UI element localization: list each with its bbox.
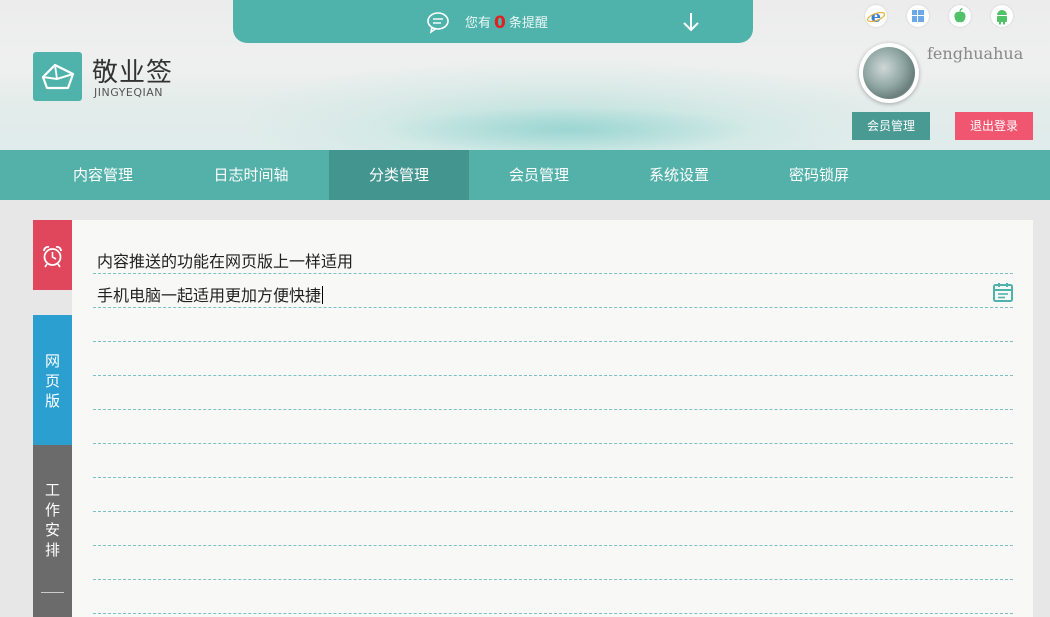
- chat-icon: [427, 12, 449, 34]
- apple-icon[interactable]: [949, 5, 971, 27]
- note-text: 手机电脑一起适用更加方便快捷: [97, 286, 322, 305]
- tab-work-schedule[interactable]: 工作安排: [33, 445, 72, 617]
- logo-icon: [41, 63, 75, 90]
- arrow-down-icon[interactable]: [681, 10, 701, 34]
- main-nav: 内容管理 日志时间轴 分类管理 会员管理 系统设置 密码锁屏: [0, 150, 1050, 200]
- reminder-count: 0: [494, 13, 506, 33]
- alarm-clock-icon: [43, 246, 62, 268]
- tab-alarm[interactable]: [33, 220, 72, 290]
- tab-web-label: 网页版: [44, 352, 60, 410]
- username: fenghuahua: [927, 44, 1024, 63]
- note-line[interactable]: [93, 342, 1013, 376]
- reminder-text: 您有 0 条提醒: [465, 13, 548, 33]
- svg-text:e: e: [871, 7, 881, 26]
- note-text: 内容推送的功能在网页版上一样适用: [97, 252, 354, 271]
- member-management-button[interactable]: 会员管理: [852, 112, 930, 140]
- note-line[interactable]: [93, 546, 1013, 580]
- tab-web-version[interactable]: 网页版: [33, 315, 72, 445]
- text-cursor: [322, 286, 324, 304]
- nav-item-categories[interactable]: 分类管理: [329, 150, 469, 200]
- nav-item-content[interactable]: 内容管理: [33, 150, 173, 200]
- nav-item-lock-screen[interactable]: 密码锁屏: [749, 150, 889, 200]
- note-line[interactable]: [93, 444, 1013, 478]
- calendar-icon[interactable]: [992, 281, 1014, 303]
- note-line[interactable]: [93, 308, 1013, 342]
- avatar[interactable]: [859, 43, 919, 103]
- note-line[interactable]: [93, 410, 1013, 444]
- android-icon[interactable]: [991, 5, 1013, 27]
- note-line[interactable]: 内容推送的功能在网页版上一样适用: [93, 240, 1013, 274]
- logout-button[interactable]: 退出登录: [955, 112, 1033, 140]
- windows-icon[interactable]: [907, 5, 929, 27]
- brand-subtitle: JINGYEQIAN: [94, 86, 164, 99]
- note-line[interactable]: [93, 376, 1013, 410]
- nav-item-settings[interactable]: 系统设置: [609, 150, 749, 200]
- header: 您有 0 条提醒 敬业签 JINGYEQIAN e fenghuahua 会员管理 …: [0, 0, 1050, 150]
- nav-item-members[interactable]: 会员管理: [469, 150, 609, 200]
- reminder-bar[interactable]: 您有 0 条提醒: [233, 0, 753, 43]
- note-line[interactable]: 手机电脑一起适用更加方便快捷: [93, 274, 1013, 308]
- note-editor[interactable]: 内容推送的功能在网页版上一样适用 手机电脑一起适用更加方便快捷: [72, 220, 1033, 617]
- ie-icon[interactable]: e: [865, 5, 887, 27]
- note-line[interactable]: [93, 580, 1013, 614]
- brand-name: 敬业签: [92, 58, 174, 88]
- tab-work-label: 工作安排: [44, 481, 60, 559]
- note-line[interactable]: [93, 512, 1013, 546]
- logo[interactable]: [33, 52, 82, 101]
- note-line[interactable]: [93, 478, 1013, 512]
- nav-item-timeline[interactable]: 日志时间轴: [181, 150, 321, 200]
